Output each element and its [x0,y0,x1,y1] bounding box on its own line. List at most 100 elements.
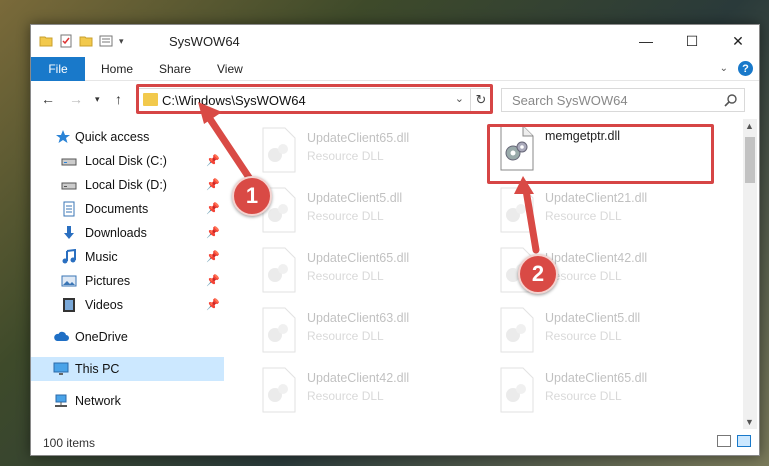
file-item[interactable]: UpdateClient21.dll Resource DLL [487,183,717,239]
pin-icon[interactable]: 📌 [206,154,220,167]
pin-icon[interactable]: 📌 [206,274,220,287]
scroll-down-icon[interactable]: ▼ [745,417,754,427]
view-switcher [717,435,751,447]
window-title: SysWOW64 [169,34,240,49]
navigation-pane: Quick access Local Disk (C:) 📌 Local Dis… [31,119,227,429]
tab-share[interactable]: Share [159,57,191,81]
dll-file-icon [262,367,296,413]
pin-icon[interactable]: 📌 [206,226,220,239]
file-type: Resource DLL [545,329,622,343]
recent-locations-icon[interactable]: ▾ [95,94,100,105]
close-button[interactable]: ✕ [715,25,761,57]
file-item[interactable]: UpdateClient65.dll Resource DLL [249,243,479,299]
step-marker-1: 1 [232,176,272,216]
drive-icon [61,182,77,190]
sidebar-item-label: Music [85,250,118,264]
step-marker-2: 2 [518,254,558,294]
file-item[interactable]: UpdateClient5.dll Resource DLL [249,183,479,239]
file-name: UpdateClient5.dll [307,191,403,205]
view-options-icon[interactable] [99,34,113,48]
sidebar-item-label: Local Disk (C:) [85,154,167,168]
pin-icon[interactable]: 📌 [206,178,220,191]
item-count: 100 items [43,436,96,450]
large-icons-view-icon[interactable] [737,435,751,447]
file-highlight [487,124,714,184]
sidebar-item-label: Quick access [75,130,150,144]
dll-file-icon [262,127,296,173]
file-name: UpdateClient42.dll [307,371,410,385]
sidebar-item-label: Pictures [85,274,131,288]
pin-icon[interactable]: 📌 [206,298,220,311]
drive-icon [61,158,77,166]
dll-file-icon [262,307,296,353]
tab-home[interactable]: Home [101,57,133,81]
up-arrow-icon[interactable]: ↑ [115,91,122,107]
pin-icon[interactable]: 📌 [206,202,220,215]
folder-icon[interactable] [39,34,53,48]
file-item[interactable]: UpdateClient5.dll Resource DLL [487,303,717,359]
file-type: Resource DLL [307,329,384,343]
videos-icon [63,298,75,312]
vertical-scrollbar[interactable]: ▲ ▼ [743,119,757,429]
sidebar-item-label: Videos [85,298,123,312]
sidebar-item-label: OneDrive [75,330,128,344]
forward-arrow-icon[interactable]: → [69,91,83,107]
file-name: UpdateClient5.dll [545,311,641,325]
file-item[interactable]: UpdateClient65.dll Resource DLL [249,123,479,179]
address-bar-highlight [136,84,493,114]
sidebar-item-videos[interactable]: Videos 📌 [31,293,224,317]
new-folder-icon[interactable] [79,34,93,48]
tab-file[interactable]: File [31,57,85,81]
maximize-button[interactable]: ☐ [669,25,715,57]
scroll-up-icon[interactable]: ▲ [745,121,754,131]
ribbon-right-controls: ⌄ ? [720,61,753,76]
file-item[interactable]: UpdateClient63.dll Resource DLL [249,303,479,359]
title-bar: ▾ SysWOW64 — ☐ ✕ [31,25,759,57]
file-explorer-window: ▾ SysWOW64 — ☐ ✕ File Home Share View ⌄ … [30,24,760,456]
computer-icon [53,362,69,375]
ribbon-tabs: File Home Share View ⌄ ? [31,57,759,81]
search-input[interactable]: Search SysWOW64 [512,93,628,108]
sidebar-item-onedrive[interactable]: OneDrive [31,325,224,349]
file-item[interactable]: UpdateClient42.dll Resource DLL [249,363,479,419]
details-view-icon[interactable] [717,435,731,447]
cloud-icon [54,331,69,341]
expand-ribbon-icon[interactable]: ⌄ [720,63,728,74]
file-name: UpdateClient42.dll [545,251,648,265]
sidebar-item-local-disk-c[interactable]: Local Disk (C:) 📌 [31,149,224,173]
sidebar-item-label: Documents [85,202,149,216]
sidebar-item-network[interactable]: Network [31,389,224,413]
file-item[interactable]: UpdateClient65.dll Resource DLL [487,363,717,419]
sidebar-item-pictures[interactable]: Pictures 📌 [31,269,224,293]
sidebar-item-quick-access[interactable]: Quick access [31,125,224,149]
sidebar-item-local-disk-d[interactable]: Local Disk (D:) 📌 [31,173,224,197]
qat-dropdown-icon[interactable]: ▾ [119,36,124,47]
file-type: Resource DLL [307,389,384,403]
sidebar-item-label: Local Disk (D:) [85,178,167,192]
documents-icon [63,201,75,217]
sidebar-item-music[interactable]: Music 📌 [31,245,224,269]
file-type: Resource DLL [545,209,622,223]
file-type: Resource DLL [307,209,384,223]
help-button[interactable]: ? [738,61,753,76]
back-arrow-icon[interactable]: ← [41,91,55,107]
file-name: UpdateClient65.dll [545,371,648,385]
dll-file-icon [500,367,534,413]
file-name: UpdateClient65.dll [307,251,410,265]
sidebar-item-label: This PC [75,362,120,376]
status-bar: 100 items [31,429,759,455]
sidebar-item-documents[interactable]: Documents 📌 [31,197,224,221]
file-type: Resource DLL [545,389,622,403]
sidebar-item-label: Downloads [85,226,147,240]
file-name: UpdateClient65.dll [307,131,410,145]
minimize-button[interactable]: — [623,25,669,57]
properties-icon[interactable] [59,34,73,48]
tab-view[interactable]: View [217,57,243,81]
sidebar-item-this-pc[interactable]: This PC [31,357,224,381]
search-box[interactable]: Search SysWOW64 [501,88,745,112]
sidebar-item-downloads[interactable]: Downloads 📌 [31,221,224,245]
scrollbar-thumb[interactable] [745,137,755,183]
file-name: UpdateClient63.dll [307,311,410,325]
pin-icon[interactable]: 📌 [206,250,220,263]
dll-file-icon [500,307,534,353]
